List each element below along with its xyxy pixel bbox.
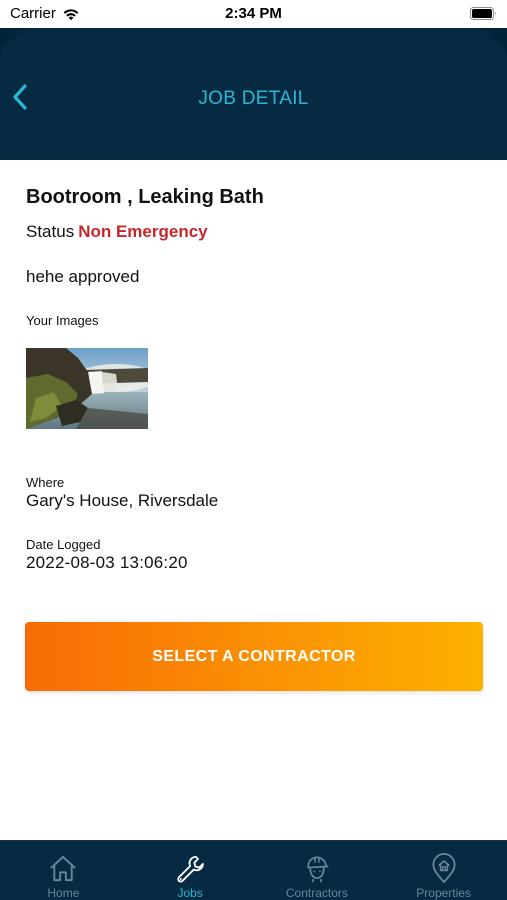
where-label: Where <box>26 475 65 490</box>
job-image-thumbnail[interactable] <box>26 348 148 429</box>
header: JOB DETAIL <box>0 28 507 160</box>
job-title: Bootroom , Leaking Bath <box>26 186 264 208</box>
status-label: Status <box>26 222 75 241</box>
select-contractor-button[interactable]: SELECT A CONTRACTOR <box>25 622 483 691</box>
contractor-icon <box>307 856 329 883</box>
tab-properties-label: Properties <box>416 886 471 900</box>
tab-properties[interactable]: Properties <box>380 841 507 900</box>
wrench-icon <box>177 855 204 883</box>
tab-home-label: Home <box>47 886 80 900</box>
waterfall-photo <box>26 348 148 429</box>
status-line: Status Non Emergency <box>26 222 208 242</box>
clock: 2:34 PM <box>225 5 282 22</box>
job-detail-screen: Carrier 2:34 PM JOB DETAIL Bootroom , Le… <box>0 0 507 900</box>
job-description: hehe approved <box>26 267 140 286</box>
status-badge: Non Emergency <box>78 222 208 241</box>
date-logged-value: 2022-08-03 13:06:20 <box>26 553 188 572</box>
date-logged-label: Date Logged <box>26 537 101 552</box>
images-label: Your Images <box>26 313 99 328</box>
tab-home[interactable]: Home <box>0 841 127 900</box>
status-bar: Carrier 2:34 PM <box>0 0 507 28</box>
home-icon <box>50 855 76 882</box>
page-title: JOB DETAIL <box>198 88 309 109</box>
tab-contractors[interactable]: Contractors <box>254 841 381 900</box>
property-pin-icon <box>432 853 456 883</box>
tab-jobs-label: Jobs <box>177 886 203 900</box>
tab-jobs[interactable]: Jobs <box>127 841 254 900</box>
battery-icon <box>470 7 496 20</box>
where-value: Gary's House, Riversdale <box>26 491 219 510</box>
tab-contractors-label: Contractors <box>285 886 348 900</box>
tab-bar: Home Jobs Contractors Properties <box>0 840 507 900</box>
